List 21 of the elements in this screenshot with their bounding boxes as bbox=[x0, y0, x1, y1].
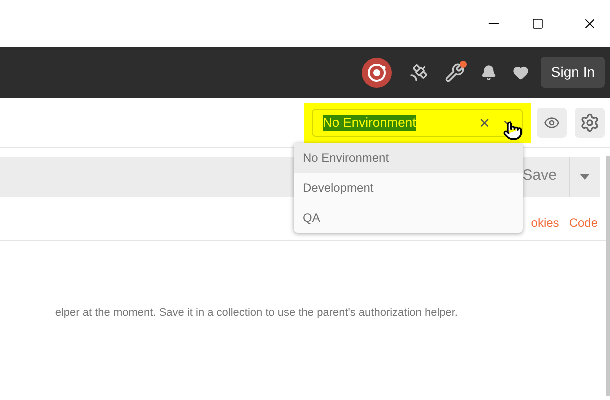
cursor-icon bbox=[503, 119, 523, 143]
maximize-icon[interactable] bbox=[532, 18, 544, 30]
bell-icon[interactable] bbox=[481, 64, 498, 80]
caret-icon bbox=[580, 174, 590, 180]
logo-icon[interactable] bbox=[362, 58, 392, 88]
heart-icon[interactable] bbox=[513, 64, 530, 80]
clear-button[interactable]: × bbox=[479, 114, 490, 132]
eye-button[interactable] bbox=[537, 108, 567, 138]
request-link[interactable]: okies bbox=[531, 214, 560, 232]
settings-icon bbox=[580, 112, 600, 132]
auth-message: elper at the moment. Save it in a collection to use the parent's authorization helper. bbox=[55, 306, 458, 321]
environment-select[interactable]: No Environment × bbox=[312, 108, 523, 136]
sign-in-button[interactable]: Sign In bbox=[541, 57, 605, 88]
wrench-icon[interactable] bbox=[445, 62, 466, 82]
request-link[interactable]: Code bbox=[569, 214, 598, 232]
environment-option[interactable]: QA bbox=[294, 203, 523, 233]
environment-value: No Environment bbox=[323, 114, 416, 130]
settings-button[interactable] bbox=[575, 108, 605, 138]
satellite-icon[interactable] bbox=[409, 62, 430, 82]
environment-option[interactable]: No Environment bbox=[294, 143, 523, 173]
eye-icon bbox=[544, 114, 560, 130]
